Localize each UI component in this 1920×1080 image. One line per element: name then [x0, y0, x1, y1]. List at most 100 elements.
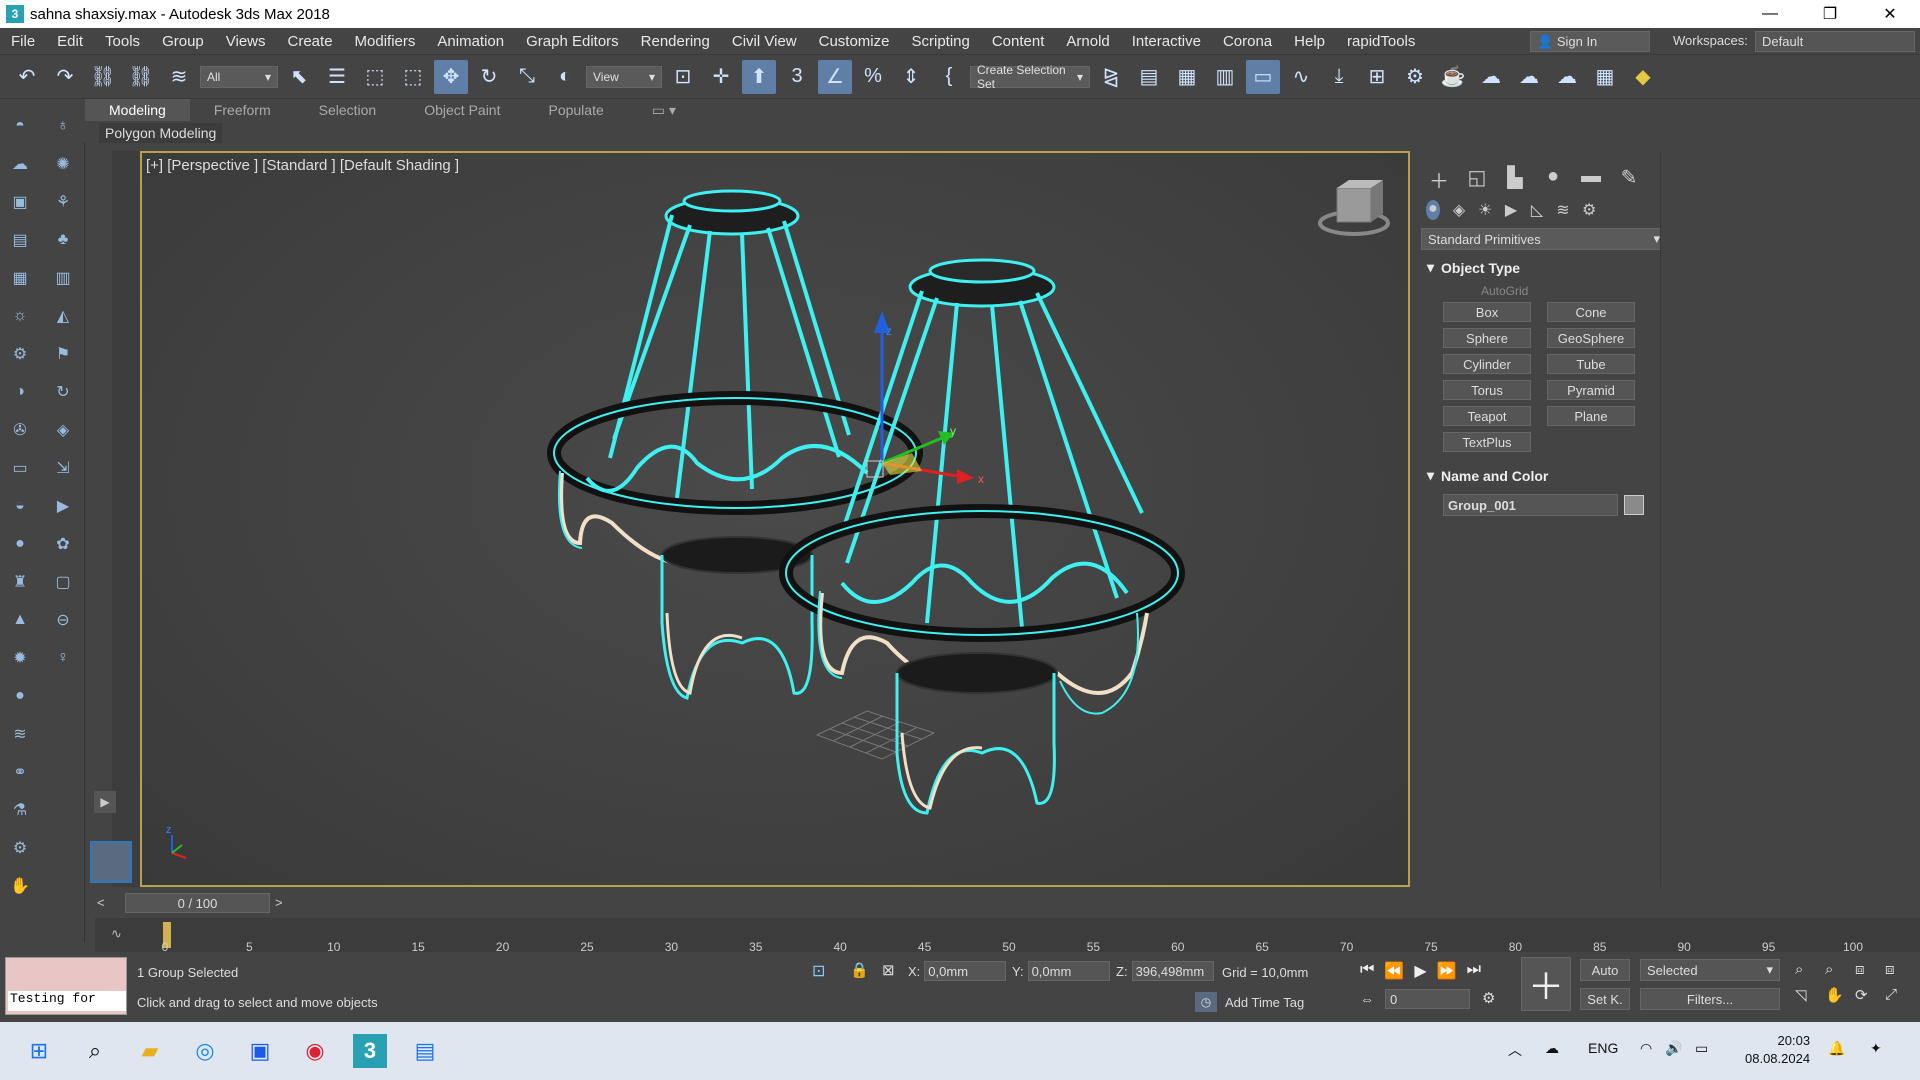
motion-tab-icon[interactable]: ● — [1542, 165, 1564, 194]
key-mode-icon[interactable]: ⇔ — [1360, 991, 1374, 1007]
chrome-icon[interactable]: ◉ — [298, 1034, 332, 1068]
box-button[interactable]: Box — [1443, 302, 1531, 322]
tool-icon[interactable]: ☁ — [5, 150, 35, 178]
tool-icon[interactable]: ▣ — [5, 188, 35, 216]
create-tab-icon[interactable]: ＋ — [1428, 165, 1450, 194]
tool-icon[interactable]: ✺ — [48, 150, 78, 178]
menu-arnold[interactable]: Arnold — [1055, 33, 1120, 50]
teapot-button[interactable]: Teapot — [1443, 406, 1531, 426]
tool-icon[interactable]: ◒ — [5, 492, 35, 520]
render-cloud-icon[interactable]: ▦ — [1588, 60, 1622, 94]
menu-tools[interactable]: Tools — [94, 33, 151, 50]
wifi-icon[interactable]: ◠ — [1640, 1040, 1652, 1057]
redo-icon[interactable]: ↷ — [48, 60, 82, 94]
select-object-icon[interactable]: ⬉ — [282, 60, 316, 94]
plane-button[interactable]: Plane — [1547, 406, 1635, 426]
notepad-icon[interactable]: ▤ — [408, 1034, 442, 1068]
perspective-viewport[interactable]: [+] [Perspective ] [Standard ] [Default … — [140, 151, 1410, 887]
restore-button[interactable]: ❐ — [1800, 0, 1860, 28]
unlink-icon[interactable]: ⛓ — [124, 60, 158, 94]
tool-icon[interactable]: ♜ — [5, 568, 35, 596]
layer-explorer-icon[interactable]: ▥ — [1208, 60, 1242, 94]
tool-icon[interactable]: ✇ — [5, 416, 35, 444]
tube-button[interactable]: Tube — [1547, 354, 1635, 374]
scale-icon[interactable]: ⤡ — [510, 60, 544, 94]
menu-modifiers[interactable]: Modifiers — [344, 33, 427, 50]
tool-icon[interactable]: ⚙ — [5, 340, 35, 368]
menu-civil-view[interactable]: Civil View — [721, 33, 808, 50]
object-type-header[interactable]: Object Type — [1421, 258, 1657, 278]
tool-icon[interactable]: ⚙ — [5, 834, 35, 862]
workspaces-dropdown[interactable]: Default — [1755, 31, 1915, 52]
clock[interactable]: 20:03 08.08.2024 — [1745, 1032, 1810, 1068]
time-prev-button[interactable]: < — [97, 895, 105, 910]
lock-icon[interactable]: 🔒 — [850, 961, 869, 979]
zoom-icon[interactable]: ⌕ — [1795, 961, 1823, 978]
percent-snap-icon[interactable]: % — [856, 60, 890, 94]
object-name-field[interactable]: Group_001 — [1443, 494, 1618, 516]
tab-modeling[interactable]: Modeling — [85, 99, 190, 121]
menu-animation[interactable]: Animation — [426, 33, 515, 50]
menu-views[interactable]: Views — [215, 33, 277, 50]
time-next-button[interactable]: > — [275, 895, 283, 910]
reference-coord-dropdown[interactable]: View ▾ — [586, 65, 662, 88]
zoom-extents-all-icon[interactable]: ⧈ — [1885, 961, 1913, 978]
play-icon[interactable]: ▶ — [1414, 961, 1426, 981]
undo-icon[interactable]: ↶ — [10, 60, 44, 94]
notifications-icon[interactable]: 🔔 — [1828, 1040, 1845, 1057]
menu-create[interactable]: Create — [277, 33, 344, 50]
3dsmax-taskbar-icon[interactable]: 3 — [353, 1034, 387, 1068]
sphere-button[interactable]: Sphere — [1443, 328, 1531, 348]
battery-icon[interactable]: ▭ — [1695, 1040, 1708, 1057]
current-frame-field[interactable]: 0 — [1385, 989, 1470, 1009]
tab-selection[interactable]: Selection — [295, 99, 401, 121]
helpers-icon[interactable]: ◺ — [1530, 200, 1544, 220]
shapes-icon[interactable]: ◈ — [1452, 200, 1466, 220]
render-iterative-icon[interactable]: ☁ — [1550, 60, 1584, 94]
torus-button[interactable]: Torus — [1443, 380, 1531, 400]
geometry-icon[interactable]: ● — [1426, 200, 1440, 220]
cylinder-button[interactable]: Cylinder — [1443, 354, 1531, 374]
chandelier-right[interactable] — [779, 258, 1185, 815]
pan-icon[interactable]: ✋ — [1825, 986, 1853, 1004]
tool-icon[interactable]: ▲ — [5, 606, 35, 634]
tool-icon[interactable]: ◈ — [48, 416, 78, 444]
name-color-header[interactable]: Name and Color — [1421, 466, 1657, 486]
viewport-layout-button[interactable] — [90, 841, 132, 883]
track-bar[interactable]: ∿ 0 5 10 15 20 25 30 35 40 45 50 55 60 65 70 75 80 85 90 95… — [95, 918, 1920, 954]
curve-editor-icon[interactable]: ∿ — [1284, 60, 1318, 94]
pyramid-button[interactable]: Pyramid — [1547, 380, 1635, 400]
tool-icon[interactable]: ▭ — [5, 454, 35, 482]
ribbon-toggle-icon[interactable]: ▭ — [1246, 59, 1280, 94]
keyboard-shortcut-icon[interactable]: ⬆ — [742, 59, 776, 94]
volume-icon[interactable]: 🔊 — [1665, 1040, 1682, 1057]
auto-key-button[interactable]: Auto — [1580, 959, 1630, 981]
set-key-button[interactable]: Set K. — [1580, 988, 1630, 1010]
render-setup-icon[interactable]: ☕ — [1436, 60, 1470, 94]
tool-icon[interactable]: ▥ — [48, 264, 78, 292]
select-by-name-icon[interactable]: ☰ — [320, 60, 354, 94]
render-production-icon[interactable]: ☁ — [1512, 60, 1546, 94]
link-icon[interactable]: ⛓ — [86, 60, 120, 94]
tool-icon[interactable]: ≋ — [5, 720, 35, 748]
time-tag-icon[interactable]: ◷ — [1195, 992, 1217, 1012]
sign-in-dropdown[interactable]: 👤 Sign In — [1530, 31, 1650, 52]
schematic-view-icon[interactable]: ⊞ — [1360, 60, 1394, 94]
angle-snap-icon[interactable]: ∠ — [818, 59, 852, 94]
goto-start-icon[interactable]: ⏮ — [1360, 961, 1374, 981]
textplus-button[interactable]: TextPlus — [1443, 432, 1531, 452]
tray-chevron-icon[interactable]: ︿ — [1508, 1040, 1522, 1060]
zoom-extents-icon[interactable]: ⧈ — [1855, 961, 1883, 978]
tool-icon[interactable]: ⚭ — [5, 758, 35, 786]
tab-freeform[interactable]: Freeform — [190, 99, 295, 121]
tool-icon[interactable]: ● — [5, 530, 35, 558]
tool-icon[interactable]: ⚗ — [5, 796, 35, 824]
key-filters-button[interactable]: Filters... — [1640, 988, 1780, 1010]
key-mode-dropdown[interactable]: Selected ▾ — [1640, 959, 1780, 981]
store-icon[interactable]: ▣ — [243, 1034, 277, 1068]
search-icon[interactable]: ⌕ — [78, 1034, 112, 1068]
field-of-view-icon[interactable]: ◹ — [1795, 986, 1823, 1004]
tool-icon[interactable]: ↻ — [48, 378, 78, 406]
tool-icon[interactable]: ✋ — [5, 872, 35, 900]
edge-icon[interactable]: ◎ — [188, 1034, 222, 1068]
